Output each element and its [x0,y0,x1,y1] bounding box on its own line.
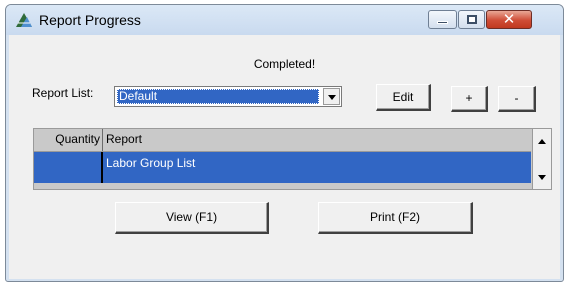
close-button[interactable]: ✕ [486,10,532,29]
grid-header: Quantity Report [34,129,531,152]
chevron-down-icon [328,95,336,100]
arrow-down-icon [538,175,546,180]
print-button[interactable]: Print (F2) [318,202,473,234]
report-grid: Quantity Report Labor Group List [33,128,552,190]
arrow-up-icon [538,139,546,144]
remove-report-button[interactable]: - [498,86,536,112]
scroll-up-button[interactable] [534,134,550,151]
vertical-scrollbar[interactable] [532,129,551,189]
close-icon: ✕ [502,10,516,28]
minimize-button[interactable] [428,10,457,29]
add-report-button[interactable]: + [451,86,488,112]
edit-button[interactable]: Edit [376,84,431,111]
view-button[interactable]: View (F1) [115,202,269,234]
report-progress-window: Report Progress ✕ Completed! Report List… [5,4,564,282]
maximize-icon [467,15,477,24]
report-list-dropdown[interactable]: Default [114,86,342,107]
report-list-selected-value: Default [117,89,319,104]
window-title: Report Progress [39,12,141,28]
report-list-label: Report List: [32,86,94,100]
app-triangle-logo-icon [16,13,32,27]
status-text: Completed! [253,57,316,71]
scroll-down-button[interactable] [534,168,550,185]
quantity-cell[interactable] [34,152,103,183]
title-bar[interactable]: Report Progress ✕ [6,5,563,35]
dropdown-arrow-button[interactable] [323,88,340,105]
minimize-icon [437,21,448,24]
report-cell[interactable]: Labor Group List [106,156,195,170]
dialog-body: Completed! Report List: Default Edit + -… [9,35,560,279]
column-header-quantity[interactable]: Quantity [34,129,103,151]
column-header-report[interactable]: Report [106,129,142,150]
table-row[interactable]: Labor Group List [34,152,531,183]
maximize-button[interactable] [458,10,485,29]
